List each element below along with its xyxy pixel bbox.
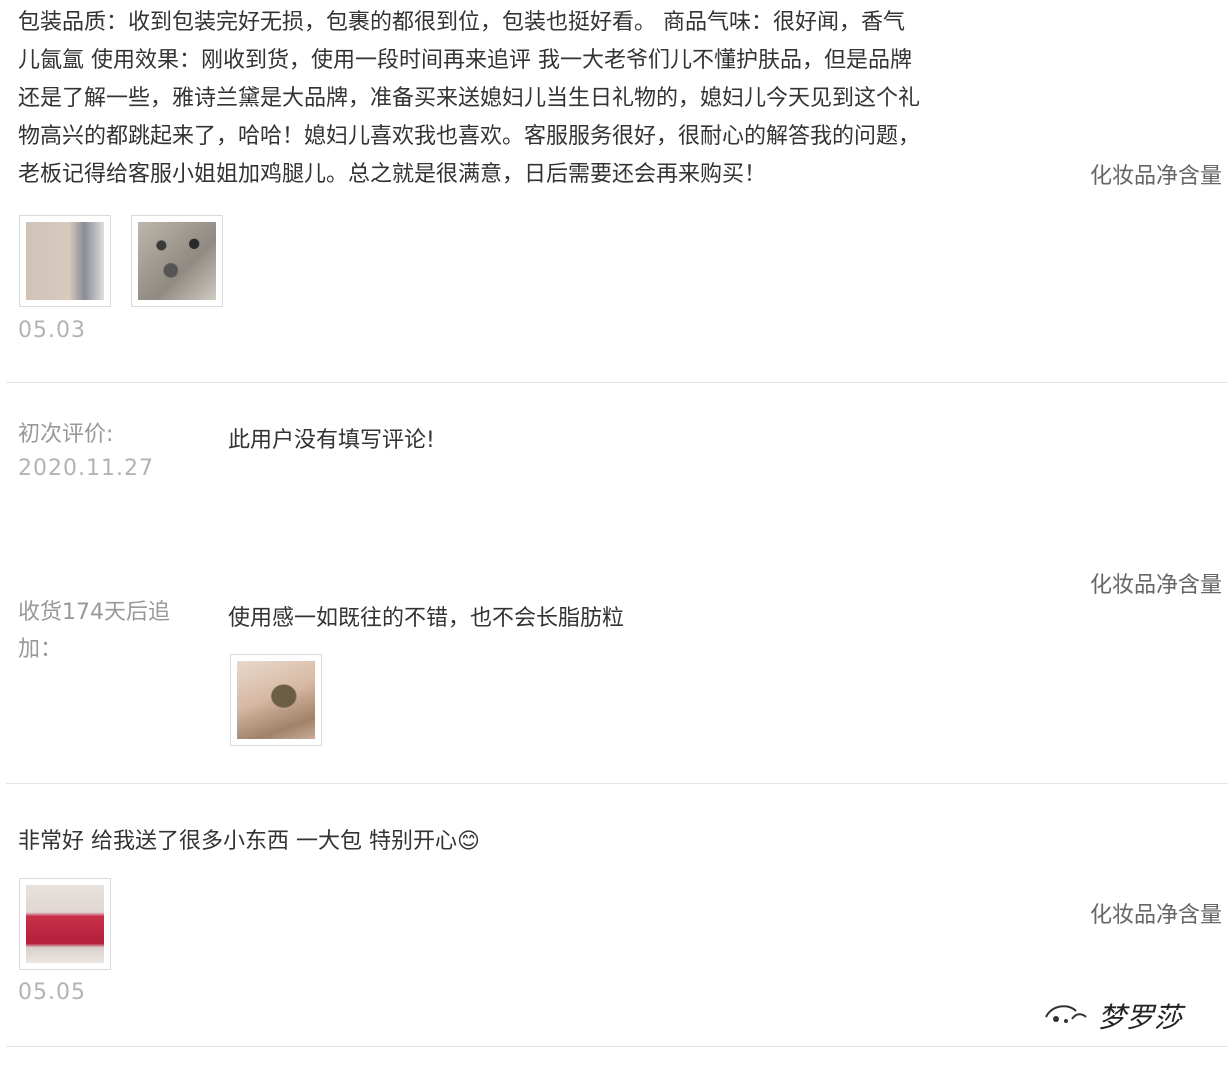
- followup-photos: [230, 654, 322, 746]
- sku-label: 化妆品净含量: [1089, 903, 1222, 928]
- sku-label: 化妆品净含量: [1089, 573, 1222, 598]
- review-divider: [6, 783, 1228, 784]
- wechat-official-account-icon: [1042, 999, 1088, 1033]
- followup-label-line: 收货174天后追: [18, 600, 170, 625]
- review-photo-thumbnail[interactable]: [230, 654, 322, 746]
- review-photo-thumbnail[interactable]: [19, 878, 111, 970]
- watermark-text: 梦罗莎: [1098, 1001, 1183, 1034]
- review-text: 非常好 给我送了很多小东西 一大包 特别开心😊: [18, 829, 480, 854]
- initial-review-label: 初次评价:: [18, 422, 114, 447]
- review-text-line: 老板记得给客服小姐姐加鸡腿儿。总之就是很满意，日后需要还会再来购买！: [18, 162, 767, 187]
- followup-label: 收货174天后追 加：: [18, 594, 170, 668]
- review-date: 05.05: [18, 980, 86, 1005]
- review-date: 05.03: [18, 318, 86, 343]
- review-photo-thumbnail[interactable]: [19, 215, 111, 307]
- review-text-line: 儿氤氲 使用效果：刚收到货，使用一段时间再来追评 我一大老爷们儿不懂护肤品，但是…: [18, 48, 912, 73]
- review-text-line: 还是了解一些，雅诗兰黛是大品牌，准备买来送媳妇儿当生日礼物的，媳妇儿今天见到这个…: [18, 86, 921, 111]
- review-divider: [6, 1046, 1228, 1047]
- followup-label-line: 加：: [18, 637, 63, 662]
- review-photo-thumbnail[interactable]: [131, 215, 223, 307]
- review-divider: [6, 382, 1228, 383]
- initial-review-date: 2020.11.27: [18, 456, 154, 481]
- review-text-line: 物高兴的都跳起来了，哈哈！媳妇儿喜欢我也喜欢。客服服务很好，很耐心的解答我的问题…: [18, 124, 921, 149]
- followup-review-text: 使用感一如既往的不错，也不会长脂肪粒: [228, 606, 625, 631]
- watermark: 梦罗莎: [1042, 996, 1182, 1036]
- review-photos: [19, 215, 223, 307]
- initial-review-text: 此用户没有填写评论!: [228, 428, 435, 453]
- review-text-line: 包装品质：收到包装完好无损，包裹的都很到位，包装也挺好看。 商品气味：很好闻，香…: [18, 10, 905, 35]
- sku-label: 化妆品净含量: [1089, 164, 1222, 189]
- review-text: 包装品质：收到包装完好无损，包裹的都很到位，包装也挺好看。 商品气味：很好闻，香…: [18, 4, 1008, 194]
- review-photos: [19, 878, 111, 970]
